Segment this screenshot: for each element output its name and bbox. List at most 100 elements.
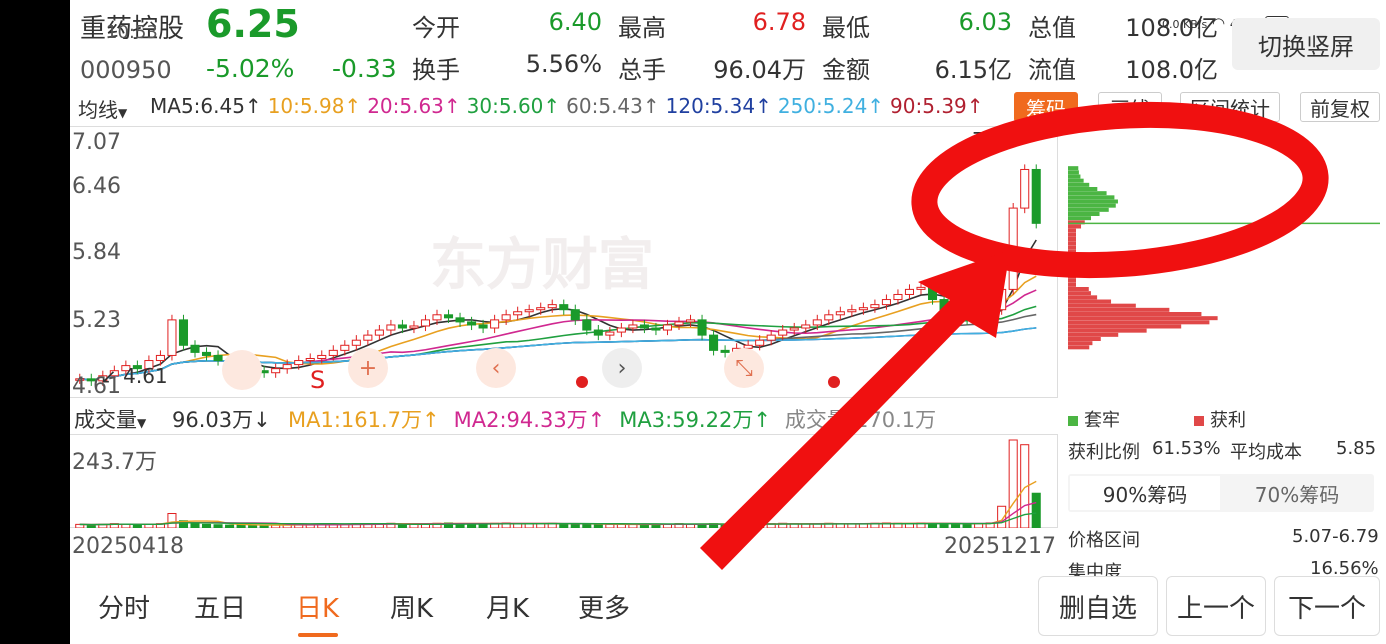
chip-bar [1068,182,1090,187]
kline-plot[interactable] [70,126,1058,398]
candle-body [490,319,500,329]
candle-body [213,354,223,362]
next-stock-button[interactable]: 下一个 [1274,576,1380,636]
quote-value: 6.15亿 [934,56,1012,84]
draw-line-button[interactable]: 画线 [1098,92,1162,122]
candle-body [1008,207,1018,290]
quote-value: 96.04万 [713,56,806,84]
candle-body [155,354,165,362]
chip-bar [1068,166,1079,171]
candle-body [536,307,546,311]
volume-selector[interactable]: 成交量▼ [74,404,146,434]
candle-body [951,309,961,316]
profit-ratio: 61.53% [1152,438,1221,459]
candle-body [593,329,603,336]
price-tick: 6.46 [72,174,121,199]
avg-cost-label: 平均成本 [1230,442,1302,463]
adjust-button[interactable]: 前复权 [1300,92,1380,122]
candle-body [443,314,454,319]
ma-value: 20:5.63↑ [367,94,461,118]
candle-body [513,311,523,316]
tab-1[interactable]: 五日 [194,588,246,625]
ma-selector[interactable]: 均线▼ [78,94,127,123]
candle-body [893,293,903,301]
candle-body [985,309,995,319]
add-icon[interactable]: + [348,348,388,388]
candle-body [455,317,465,323]
chip-bar [1068,199,1118,204]
candle-body [201,351,212,356]
candle-body [904,288,915,295]
candle-body [812,319,822,326]
candle-body [997,288,1007,311]
volume-ma2: MA2:94.33万↑ [453,408,606,432]
candle-body [467,321,477,326]
candle-body [939,299,949,311]
ma-selector-label: 均线 [78,98,118,122]
nav-circle-1[interactable] [222,350,262,390]
chip-bar [1068,212,1100,216]
price-tick: 5.84 [72,240,121,265]
chip-bar [1068,257,1076,262]
volume-bar [236,524,246,528]
candle-body [824,314,834,321]
avg-cost: 5.85 [1336,438,1377,459]
tab-3[interactable]: 周K [390,588,433,625]
volume-bar [213,524,223,528]
chips-button[interactable]: 筹码 [1014,92,1078,122]
candle-body [317,354,327,359]
volume-ma3: MA3:59.22万↑ [619,408,771,432]
range-stats-button[interactable]: 区间统计 [1180,92,1280,122]
legend-swatch-red [1194,416,1204,426]
ma-value: 30:5.60↑ [466,94,561,118]
chip-bar [1068,228,1076,233]
chip-bar [1068,241,1076,246]
candle-body [916,286,926,290]
tab-0[interactable]: 分时 [98,588,150,625]
app-root: 重药控股 10:53 6.25 000950 -5.02% -0.33 0.0 … [0,0,1386,644]
tab-90-chips[interactable]: 90%筹码 [1070,476,1220,510]
chevron-right-icon[interactable]: › [602,348,642,388]
volume-ma-line [79,501,1037,526]
tab-70-chips[interactable]: 70%筹码 [1222,476,1372,510]
zoom-in-icon[interactable]: ⤡ [724,348,764,388]
tab-2[interactable]: 日K [296,588,339,625]
price-tick: 5.23 [72,308,121,333]
ma-value: MA5:6.45↑ [150,94,262,118]
remove-watch-button[interactable]: 删自选 [1038,576,1158,636]
sell-signal-marker: S [310,366,326,394]
price-tick: 7.07 [72,130,121,155]
chip-bar [1068,341,1093,346]
candle-body [282,364,292,370]
volume-bar [962,523,972,528]
high-marker: 7.0 [972,128,1004,152]
chip-bar [1068,312,1202,316]
chip-bar [1068,295,1098,300]
chip-bar [1068,216,1092,221]
tab-5[interactable]: 更多 [578,588,630,625]
volume-bar [225,524,235,528]
candle-body [582,319,592,331]
tab-4[interactable]: 月K [486,588,529,625]
quote-value: 6.03 [958,8,1012,36]
candle-body [178,319,189,346]
volume-bar [259,524,269,528]
ma-line-5 [79,239,1037,381]
candle-body [420,319,431,327]
candle-body [386,324,396,331]
status-time: 10:53 [106,22,158,43]
candle-body [524,309,534,313]
candle-body [478,324,488,329]
chip-bar [1068,278,1076,283]
candle-body [870,304,880,309]
switch-portrait-button[interactable]: 切换竖屏 [1232,18,1380,70]
prev-stock-button[interactable]: 上一个 [1166,576,1266,636]
change-percent: -5.02% [206,54,295,83]
chip-bar [1068,232,1076,237]
chevron-left-icon[interactable]: ‹ [476,348,516,388]
volume-bar [190,522,200,528]
chip-bar [1068,170,1079,175]
chip-bar [1068,345,1090,350]
volume-current: 96.03万↓ [172,408,271,432]
volume-plot[interactable] [70,434,1058,528]
